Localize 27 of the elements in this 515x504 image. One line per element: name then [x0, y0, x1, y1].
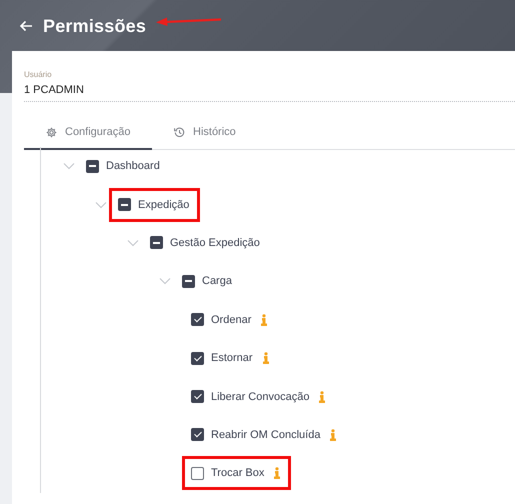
- back-arrow-icon[interactable]: [19, 20, 33, 32]
- checkbox[interactable]: [191, 313, 204, 326]
- annotation-arrow: [155, 15, 222, 27]
- tree-item-label[interactable]: Carga: [202, 273, 232, 290]
- checkbox[interactable]: [191, 466, 204, 480]
- checkbox[interactable]: [182, 274, 195, 288]
- tab[interactable]: Configuração: [24, 118, 152, 150]
- tree-item-label[interactable]: Ordenar: [211, 312, 252, 328]
- tree-item-label[interactable]: Trocar Box: [211, 465, 264, 482]
- field-label: Usuário: [24, 70, 53, 79]
- tree-item-label[interactable]: Dashboard: [106, 158, 160, 174]
- tree-item-label[interactable]: Reabrir OM Concluída: [211, 426, 320, 443]
- user-value: 1 PCADMIN: [24, 84, 85, 96]
- tree-item-label[interactable]: Gestão Expedição: [170, 234, 260, 251]
- checkbox[interactable]: [191, 428, 204, 442]
- checkbox[interactable]: [150, 236, 163, 250]
- tree-item-label[interactable]: Estornar: [211, 350, 253, 366]
- checkbox[interactable]: [86, 160, 99, 173]
- gear-icon: [46, 126, 57, 138]
- history-icon: [174, 126, 185, 138]
- page-title: Permissões: [43, 16, 146, 36]
- checkbox[interactable]: [191, 352, 204, 365]
- checkbox[interactable]: [191, 390, 204, 404]
- tree-item-label[interactable]: Liberar Convocação: [211, 388, 310, 405]
- checkbox[interactable]: [118, 198, 131, 212]
- tab[interactable]: Histórico: [152, 118, 280, 150]
- tree-item-label[interactable]: Expedição: [138, 196, 190, 213]
